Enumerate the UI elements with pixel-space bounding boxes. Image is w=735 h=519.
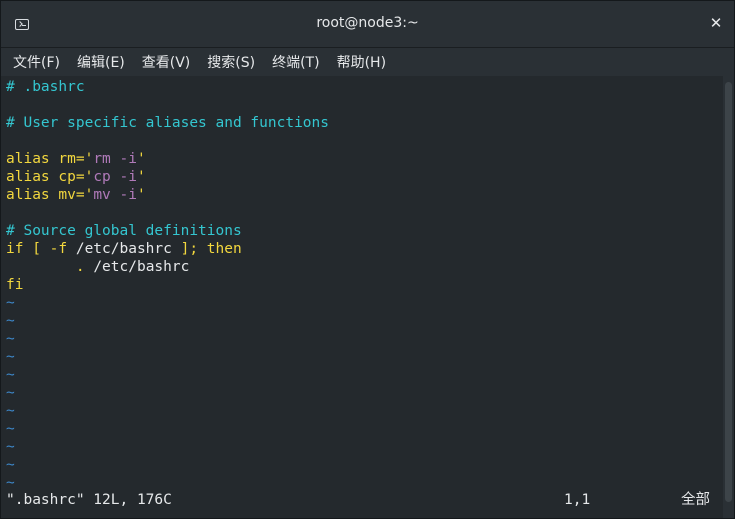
menu-help[interactable]: 帮助(H) — [331, 49, 392, 75]
code-token: alias — [6, 169, 59, 185]
code-token: /etc/bashrc — [75, 241, 172, 257]
code-token: /etc/bashrc — [93, 259, 190, 275]
editor-line: ~ — [1, 366, 723, 384]
menu-edit[interactable]: 编辑(E) — [71, 49, 131, 75]
code-token: cp -i — [93, 169, 137, 185]
status-file-info: ".bashrc" 12L, 176C — [6, 492, 172, 508]
code-token: fi — [6, 277, 24, 293]
code-token: mv -i — [93, 187, 137, 203]
code-token: cp — [58, 169, 76, 185]
code-token: alias — [6, 187, 59, 203]
code-token: ~ — [6, 475, 15, 491]
code-token: alias — [6, 151, 59, 167]
code-token: ' — [136, 151, 146, 167]
vim-status-line: ".bashrc" 12L, 176C 1,1 全部 — [1, 490, 723, 510]
code-token: =' — [75, 151, 94, 167]
code-token: # Source global definitions — [6, 223, 242, 239]
terminal-window: root@node3:~ ✕ 文件(F) 编辑(E) 查看(V) 搜索(S) 终… — [0, 0, 735, 519]
editor-line: # .bashrc — [1, 78, 723, 96]
editor-line: if [ -f /etc/bashrc ]; then — [1, 240, 723, 258]
vim-editor-area[interactable]: # .bashrc # User specific aliases and fun… — [1, 76, 723, 518]
menu-bar: 文件(F) 编辑(E) 查看(V) 搜索(S) 终端(T) 帮助(H) — [1, 48, 734, 76]
code-token: ~ — [6, 403, 15, 419]
menu-search[interactable]: 搜索(S) — [201, 49, 261, 75]
code-token: # User specific aliases and functions — [6, 115, 330, 131]
editor-line: ~ — [1, 330, 723, 348]
title-bar[interactable]: root@node3:~ ✕ — [1, 1, 734, 48]
editor-line: # Source global definitions — [1, 222, 723, 240]
code-token: ~ — [6, 367, 15, 383]
code-token: ]; then — [171, 241, 242, 257]
editor-line: ~ — [1, 384, 723, 402]
editor-line: ~ — [1, 294, 723, 312]
code-token: ~ — [6, 295, 15, 311]
editor-line: # User specific aliases and functions — [1, 114, 723, 132]
editor-line: ~ — [1, 348, 723, 366]
code-token: . — [6, 259, 94, 275]
close-icon[interactable]: ✕ — [708, 15, 724, 31]
code-token: ~ — [6, 331, 15, 347]
editor-line: ~ — [1, 456, 723, 474]
code-token: rm — [58, 151, 76, 167]
code-token: ' — [136, 187, 146, 203]
code-token: ~ — [6, 349, 15, 365]
code-token: =' — [75, 169, 94, 185]
editor-line: alias cp='cp -i' — [1, 168, 723, 186]
code-token: mv — [58, 187, 76, 203]
code-token: ~ — [6, 457, 15, 473]
editor-line: fi — [1, 276, 723, 294]
editor-line: ~ — [1, 438, 723, 456]
code-token: ~ — [6, 313, 15, 329]
status-scroll-scope: 全部 — [681, 492, 710, 508]
editor-line: alias mv='mv -i' — [1, 186, 723, 204]
code-token: # .bashrc — [6, 79, 85, 95]
code-token: ~ — [6, 439, 15, 455]
code-token: rm -i — [93, 151, 137, 167]
window-title: root@node3:~ — [316, 15, 419, 31]
editor-line: ~ — [1, 312, 723, 330]
menu-view[interactable]: 查看(V) — [136, 49, 197, 75]
scrollbar[interactable] — [723, 76, 734, 518]
editor-line: ~ — [1, 420, 723, 438]
menu-terminal[interactable]: 终端(T) — [266, 49, 325, 75]
code-token: ' — [136, 169, 146, 185]
code-token: =' — [75, 187, 94, 203]
code-token: ~ — [6, 385, 15, 401]
scrollbar-thumb[interactable] — [725, 82, 732, 502]
code-token: if [ -f — [6, 241, 76, 257]
editor-line: alias rm='rm -i' — [1, 150, 723, 168]
editor-line: . /etc/bashrc — [1, 258, 723, 276]
code-token: ~ — [6, 421, 15, 437]
status-cursor-position: 1,1 — [564, 492, 591, 508]
menu-file[interactable]: 文件(F) — [7, 49, 66, 75]
editor-line: ~ — [1, 402, 723, 420]
